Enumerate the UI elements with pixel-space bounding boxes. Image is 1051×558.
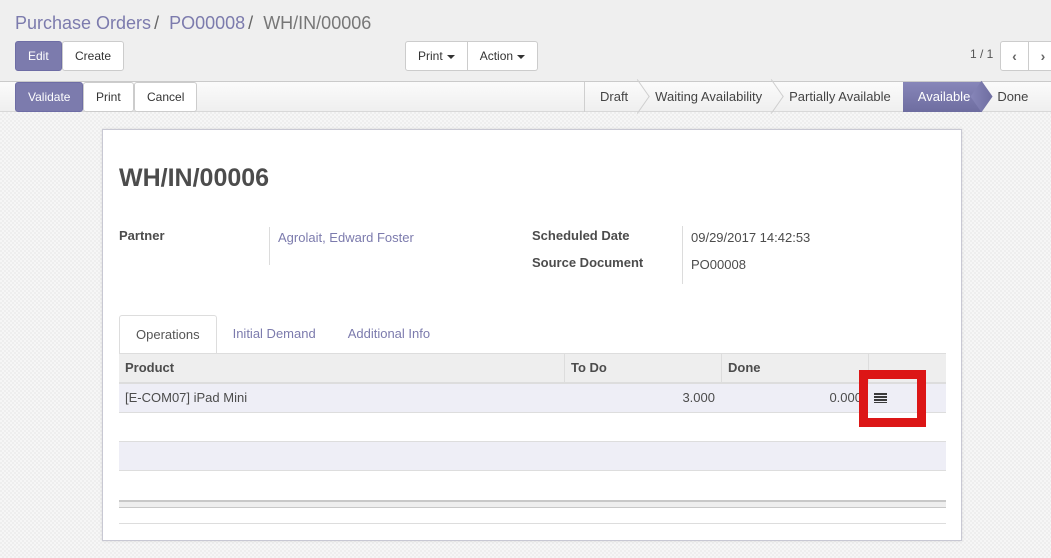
caret-down-icon [517,54,526,59]
record-title: WH/IN/00006 [119,164,270,192]
empty-row [119,442,946,471]
empty-row [119,413,946,442]
column-header-product[interactable]: Product [119,354,564,382]
cell-done[interactable]: 0.000 [721,384,868,412]
print-dropdown-button[interactable]: Print [405,41,468,71]
tab-operations[interactable]: Operations [119,315,217,354]
sidebar-actions: Print Action [405,41,539,71]
cell-product[interactable]: [E-COM07] iPad Mini [119,384,564,412]
print-label: Print [418,49,443,63]
control-panel: Purchase Orders / PO00008/ WH/IN/00006 Ed… [0,0,1051,82]
form-header: Validate Print Cancel Draft Waiting Avai… [0,82,1051,112]
scheduled-date-value: 09/29/2017 14:42:53 [691,230,811,245]
source-document-value: PO00008 [691,257,746,272]
pager: ‹ › [1000,41,1051,71]
tab-additional-info[interactable]: Additional Info [332,315,446,354]
empty-row [119,471,946,500]
chevron-left-icon: ‹ [1012,48,1017,64]
table-footer-divider [119,523,946,524]
chevron-right-icon: › [1040,48,1046,64]
tab-initial-demand[interactable]: Initial Demand [217,315,332,354]
pager-next-button[interactable]: › [1029,41,1051,71]
table-header: Product To Do Done [119,354,946,384]
column-header-todo[interactable]: To Do [564,354,721,382]
scheduled-date-label: Scheduled Date [532,228,630,243]
pager-value[interactable]: 1 / 1 [970,47,993,61]
print-button[interactable]: Print [83,82,134,112]
breadcrumb-current: WH/IN/00006 [263,13,372,33]
breadcrumb-separator: / [248,13,254,33]
breadcrumb-separator: / [154,13,160,33]
status-bar: Draft Waiting Availability Partially Ava… [584,82,1040,112]
create-button[interactable]: Create [62,41,125,71]
table-row[interactable]: [E-COM07] iPad Mini 3.000 0.000 [119,384,946,413]
cancel-button[interactable]: Cancel [134,82,198,112]
breadcrumb: Purchase Orders / PO00008/ WH/IN/00006 [15,12,371,34]
field-divider [682,226,683,284]
caret-down-icon [446,54,455,59]
stage-draft: Draft [585,82,640,112]
form-sheet: WH/IN/00006 Partner Agrolait, Edward Fos… [102,129,962,541]
source-document-label: Source Document [532,255,644,270]
partner-label: Partner [119,228,165,243]
action-label: Action [479,49,514,63]
edit-button[interactable]: Edit [15,41,62,71]
stage-partially-available: Partially Available [789,89,891,104]
breadcrumb-purchase-orders[interactable]: Purchase Orders [15,13,151,33]
highlight-annotation-box [859,370,926,427]
breadcrumb-po[interactable]: PO00008 [169,13,245,33]
validate-button[interactable]: Validate [15,82,84,112]
stage-waiting-availability: Waiting Availability [640,82,774,112]
table-footer [119,500,946,508]
action-dropdown-button[interactable]: Action [467,41,539,71]
column-header-done[interactable]: Done [721,354,868,382]
notebook-tabs: Operations Initial Demand Additional Inf… [119,315,446,354]
partner-link[interactable]: Agrolait, Edward Foster [278,230,414,245]
pager-previous-button[interactable]: ‹ [1000,41,1029,71]
operations-table: Product To Do Done [E-COM07] iPad Mini 3… [119,353,946,500]
field-divider [269,227,270,265]
cell-todo[interactable]: 3.000 [564,384,721,412]
stage-available: Available [902,82,983,112]
